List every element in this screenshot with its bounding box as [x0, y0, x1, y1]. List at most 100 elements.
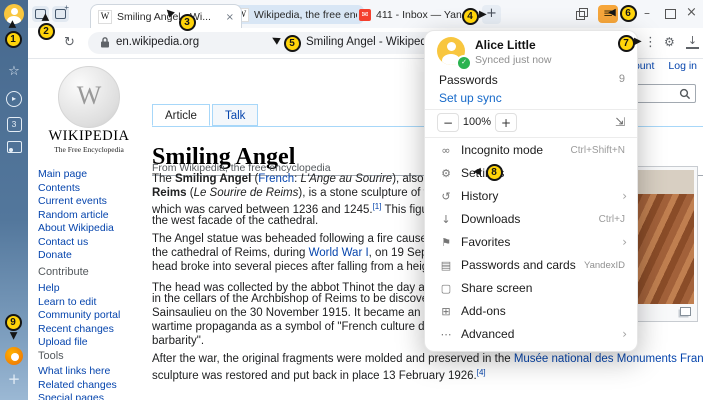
wiki-nav-link-special-pages[interactable]: Special pages: [38, 392, 117, 400]
new-window-button[interactable]: [52, 6, 69, 22]
wiki-nav-link-help[interactable]: Help: [38, 282, 120, 296]
enlarge-icon[interactable]: [680, 307, 691, 316]
more-options-dots-icon[interactable]: ⋮: [644, 35, 657, 50]
windows-stack-icon[interactable]: [576, 8, 588, 20]
tab-close-icon[interactable]: ×: [226, 12, 234, 23]
sync-check-icon: ✓: [456, 55, 472, 71]
yandex-id-badge: YandexID: [584, 254, 625, 277]
wiki-nav-link-contact-us[interactable]: Contact us: [38, 236, 114, 250]
article-tab-talk[interactable]: Talk: [212, 104, 258, 126]
maximize-button[interactable]: [665, 9, 676, 19]
menu-item-label: Add-ons: [461, 300, 506, 323]
wiki-link[interactable]: World War I: [309, 247, 369, 259]
menu-item-favorites[interactable]: ⚑Favorites›: [425, 231, 637, 254]
wiki-nav-link-related-changes[interactable]: Related changes: [38, 379, 117, 393]
wikipedia-tagline: The Free Encyclopedia: [28, 145, 150, 154]
wiki-nav-link-what-links-here[interactable]: What links here: [38, 365, 117, 379]
extensions-gear-icon[interactable]: ⚙: [664, 35, 675, 49]
chevron-right-icon: ›: [622, 231, 627, 254]
annotation-arrow-2: ▶: [41, 13, 51, 21]
menu-passwords-link[interactable]: Passwords: [439, 73, 498, 87]
menu-item-settings[interactable]: ⚙Settings: [425, 162, 637, 185]
wiki-nav-link-random-article[interactable]: Random article: [38, 209, 114, 223]
text-segment: The: [152, 173, 175, 185]
f.ullscreen-icon[interactable]: ⇲: [615, 113, 625, 132]
zoom-in-button[interactable]: +: [495, 113, 517, 132]
wiki-nav-tools: What links hereRelated changesSpecial pa…: [38, 365, 117, 400]
wiki-nav-link-current-events[interactable]: Current events: [38, 195, 114, 209]
wikipedia-logo[interactable]: W: [58, 66, 120, 128]
text-segment: L'Ange au Sourire: [300, 173, 392, 185]
wiki-nav-link-contents[interactable]: Contents: [38, 182, 114, 196]
media-play-icon[interactable]: ▸: [0, 89, 28, 107]
menu-item-shortcut: Ctrl+J: [599, 208, 625, 231]
browser-window: ☆ ▸ 3 + WSmiling Angel - Wi...×WWikipedi…: [0, 0, 703, 400]
menu-item-advanced[interactable]: ⋯Advanced›: [425, 323, 637, 346]
wiki-nav-link-donate[interactable]: Donate: [38, 249, 114, 263]
incognito-icon: ∞: [438, 139, 454, 162]
menu-item-label: Downloads: [461, 208, 520, 231]
menu-item-share-screen[interactable]: ▢Share screen: [425, 277, 637, 300]
annotation-badge-4: 4: [462, 8, 479, 25]
tab-count-label: 3: [7, 117, 22, 132]
annotation-arrow-1: ▶: [8, 20, 18, 28]
search-icon: [679, 88, 691, 100]
wiki-link[interactable]: Musée national des Monuments Français: [514, 353, 703, 365]
bookmarks-star-icon[interactable]: ☆: [0, 64, 28, 80]
url-domain[interactable]: en.wikipedia.org: [116, 36, 199, 48]
downloads-bar-icon[interactable]: ↓: [686, 35, 699, 49]
text-segment: ), is a stone sculpture of the: [298, 187, 442, 199]
text-segment: (: [187, 187, 194, 199]
wiki-nav-link-recent-changes[interactable]: Recent changes: [38, 323, 120, 337]
annotation-badge-7: 7: [618, 35, 635, 52]
text-segment: Reims: [152, 187, 187, 199]
browser-tab-wikipedia-the-free-encyclo[interactable]: WWikipedia, the free encyclo...: [228, 5, 364, 24]
article-text-line: sculpture was restored and put back in p…: [152, 366, 486, 380]
tab-count-badge[interactable]: 3: [0, 115, 28, 132]
article-tab-article[interactable]: Article: [152, 104, 210, 126]
annotation-badge-9: 9: [5, 314, 22, 331]
annotation-badge-6: 6: [620, 5, 637, 22]
annotation-arrow-7: ▶: [634, 37, 642, 47]
passwords-cards-icon: ▤: [438, 254, 454, 277]
menu-item-shortcut: Ctrl+Shift+N: [571, 139, 625, 162]
menu-item-downloads[interactable]: ↓DownloadsCtrl+J: [425, 208, 637, 231]
menu-item-incognito-mode[interactable]: ∞ Incognito mode Ctrl+Shift+N: [425, 139, 637, 162]
text-segment: the west facade of the cathedral.: [152, 215, 318, 227]
zoom-out-button[interactable]: −: [437, 113, 459, 132]
wiki-nav-link-community-portal[interactable]: Community portal: [38, 309, 120, 323]
setup-sync-link[interactable]: Set up sync: [439, 91, 502, 105]
menu-item-label: Incognito mode: [461, 139, 543, 162]
close-button[interactable]: ×: [686, 5, 697, 20]
mail-favicon: ✉: [359, 9, 371, 21]
passwords-count: 9: [619, 73, 625, 85]
sync-status: Synced just now: [475, 54, 551, 66]
annotation-badge-2: 2: [38, 23, 55, 40]
play-icon: ▸: [6, 91, 22, 107]
wiki-nav-link-about-wikipedia[interactable]: About Wikipedia: [38, 222, 114, 236]
wiki-link[interactable]: [4]: [477, 368, 486, 377]
refresh-icon[interactable]: ↻: [64, 35, 75, 50]
personal-link-log-in[interactable]: Log in: [668, 60, 697, 72]
wiki-nav-main: Main pageContentsCurrent eventsRandom ar…: [38, 168, 114, 263]
menu-divider: [425, 137, 637, 138]
cast-icon: [7, 141, 22, 153]
text-segment: After the war, the original fragments we…: [152, 353, 514, 365]
wikipedia-wordmark: WIKIPEDIA: [28, 128, 150, 145]
screen-cast-icon[interactable]: [0, 141, 28, 157]
settings-gear-icon: ⚙: [438, 162, 454, 185]
menu-item-passwords-and-cards[interactable]: ▤Passwords and cardsYandexID: [425, 254, 637, 277]
menu-item-add-ons[interactable]: ⊞Add-ons: [425, 300, 637, 323]
history-icon: ↺: [438, 185, 454, 208]
menu-item-history[interactable]: ↺History›: [425, 185, 637, 208]
wiki-nav-link-main-page[interactable]: Main page: [38, 168, 114, 182]
wiki-nav-link-learn-to-edit[interactable]: Learn to edit: [38, 296, 120, 310]
sidebar-add-icon[interactable]: +: [0, 371, 28, 387]
yandex-browser-icon[interactable]: [5, 347, 23, 365]
lock-icon: [100, 36, 110, 49]
article-text-line: barbarity".: [152, 334, 204, 348]
minimize-button[interactable]: –: [644, 6, 650, 20]
wiki-link[interactable]: French: [258, 173, 294, 185]
annotation-arrow-9: ▶: [8, 332, 18, 340]
wiki-nav-link-upload-file[interactable]: Upload file: [38, 336, 120, 350]
